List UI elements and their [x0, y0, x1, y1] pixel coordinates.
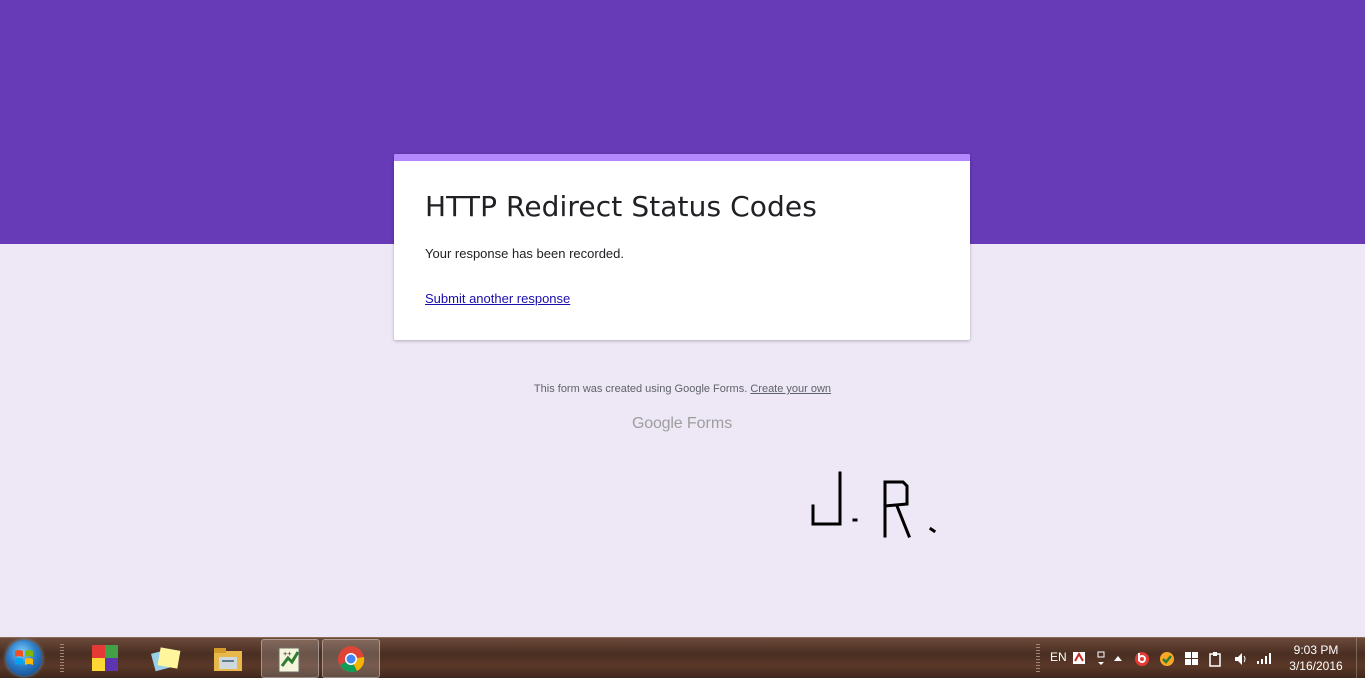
google-forms-logo[interactable]: Google Forms — [632, 415, 732, 433]
confirmation-message: Your response has been recorded. — [425, 246, 624, 261]
show-hidden-icons-icon[interactable] — [1113, 654, 1123, 662]
notepad-plus-plus-icon: ++ — [278, 647, 300, 673]
language-bar-options-icon[interactable] — [1095, 651, 1107, 667]
form-title: HTTP Redirect Status Codes — [425, 190, 817, 223]
confirmation-card: HTTP Redirect Status Codes Your response… — [394, 154, 970, 340]
network-signal-icon[interactable] — [1256, 651, 1272, 665]
taskbar-notepad-plus-plus[interactable]: ++ — [261, 639, 319, 678]
windows-logo-icon — [15, 650, 33, 665]
svg-text:++: ++ — [283, 650, 291, 658]
microsoft-office-icon — [92, 645, 118, 671]
windows-update-icon[interactable] — [1184, 651, 1199, 666]
volume-icon[interactable] — [1233, 651, 1249, 667]
start-button[interactable] — [6, 640, 42, 676]
language-indicator[interactable]: EN — [1050, 650, 1067, 664]
input-method-icon[interactable] — [1072, 651, 1086, 665]
clock-time: 9:03 PM — [1293, 643, 1339, 657]
chrome-icon — [338, 646, 365, 673]
beats-audio-icon[interactable] — [1134, 651, 1150, 667]
taskbar-grip[interactable] — [60, 644, 64, 672]
security-status-icon[interactable] — [1159, 651, 1175, 667]
create-your-own-link[interactable]: Create your own — [750, 383, 831, 395]
action-center-icon[interactable] — [1208, 651, 1222, 667]
show-desktop-button[interactable] — [1356, 638, 1365, 678]
logo-google-text: Google — [632, 415, 683, 432]
sticky-notes-icon — [151, 647, 181, 672]
submit-another-response-link[interactable]: Submit another response — [425, 291, 570, 306]
tray-grip[interactable] — [1036, 644, 1040, 672]
card-accent-bar — [394, 154, 970, 161]
taskbar-file-explorer[interactable] — [200, 639, 256, 676]
taskbar-sticky-notes[interactable] — [138, 639, 194, 676]
taskbar-microsoft-office[interactable] — [78, 639, 134, 676]
system-clock[interactable]: 9:03 PM 3/16/2016 — [1280, 642, 1352, 674]
file-explorer-icon — [214, 648, 242, 671]
footer-created-text: This form was created using Google Forms… — [533, 383, 748, 395]
logo-forms-text: Forms — [686, 415, 733, 432]
clock-date: 3/16/2016 — [1289, 659, 1343, 673]
handwritten-signature — [811, 471, 937, 538]
taskbar-chrome[interactable] — [322, 639, 380, 678]
windows-taskbar: ++ EN 9:03 PM 3/16/2016 — [0, 637, 1365, 678]
footer-disclaimer: This form was created using Google Forms… — [0, 383, 1365, 395]
